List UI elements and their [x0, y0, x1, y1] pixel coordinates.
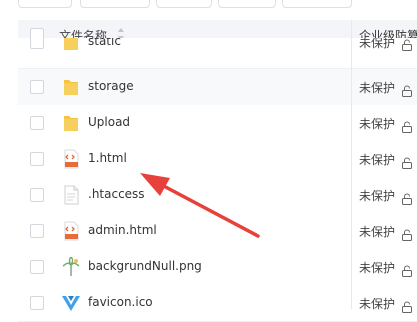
table-row[interactable]: static 未保护 — [18, 38, 417, 69]
unlock-icon[interactable] — [401, 226, 413, 241]
table-row[interactable]: .htaccess 未保护 — [18, 177, 417, 214]
file-name[interactable]: 1.html — [88, 151, 127, 165]
unlock-icon[interactable] — [401, 190, 413, 205]
row-checkbox[interactable] — [30, 80, 44, 94]
protect-status: 未保护 — [359, 225, 396, 239]
row-checkbox[interactable] — [30, 224, 44, 238]
toolbar-button[interactable] — [282, 0, 352, 8]
row-checkbox[interactable] — [30, 38, 44, 49]
unlock-icon[interactable] — [401, 118, 413, 133]
folder-icon — [62, 38, 80, 52]
file-name[interactable]: storage — [88, 79, 134, 93]
file-name[interactable]: Upload — [88, 115, 130, 129]
protect-status: 未保护 — [359, 297, 396, 311]
protect-status: 未保护 — [359, 153, 396, 167]
toolbar-strip — [0, 0, 417, 10]
file-name[interactable]: static — [88, 38, 121, 48]
file-name[interactable]: favicon.ico — [88, 295, 153, 309]
row-checkbox[interactable] — [30, 152, 44, 166]
table-row[interactable]: admin.html 未保护 — [18, 213, 417, 250]
html-file-icon — [62, 149, 80, 169]
table-row[interactable]: backgrundNull.png 未保护 — [18, 249, 417, 286]
table-row[interactable]: Upload 未保护 — [18, 105, 417, 142]
protect-status: 未保护 — [359, 38, 396, 50]
toolbar-button[interactable] — [156, 0, 212, 8]
protect-status: 未保护 — [359, 189, 396, 203]
unlock-icon[interactable] — [401, 298, 413, 313]
file-name[interactable]: backgrundNull.png — [88, 259, 202, 273]
toolbar-button[interactable] — [18, 0, 72, 8]
table-row[interactable]: favicon.ico 未保护 — [18, 285, 417, 322]
image-file-icon — [62, 256, 80, 277]
unlock-icon[interactable] — [401, 82, 413, 97]
toolbar-button[interactable] — [80, 0, 150, 8]
unlock-icon[interactable] — [401, 154, 413, 169]
generic-file-icon — [62, 185, 80, 205]
row-checkbox[interactable] — [30, 188, 44, 202]
table-row[interactable]: 1.html 未保护 — [18, 141, 417, 178]
row-checkbox[interactable] — [30, 260, 44, 274]
folder-icon — [62, 77, 80, 97]
column-divider — [351, 20, 352, 309]
toolbar-button[interactable] — [218, 0, 276, 8]
unlock-icon[interactable] — [401, 38, 413, 51]
row-checkbox[interactable] — [30, 296, 44, 310]
protect-status: 未保护 — [359, 261, 396, 275]
vue-ico-icon — [62, 293, 80, 313]
unlock-icon[interactable] — [401, 262, 413, 277]
folder-icon — [62, 113, 80, 133]
file-name[interactable]: .htaccess — [88, 187, 145, 201]
protect-status: 未保护 — [359, 117, 396, 131]
file-name[interactable]: admin.html — [88, 223, 157, 237]
html-file-icon — [62, 221, 80, 241]
protect-status: 未保护 — [359, 81, 396, 95]
table-row[interactable]: storage 未保护 — [18, 69, 417, 106]
row-checkbox[interactable] — [30, 116, 44, 130]
